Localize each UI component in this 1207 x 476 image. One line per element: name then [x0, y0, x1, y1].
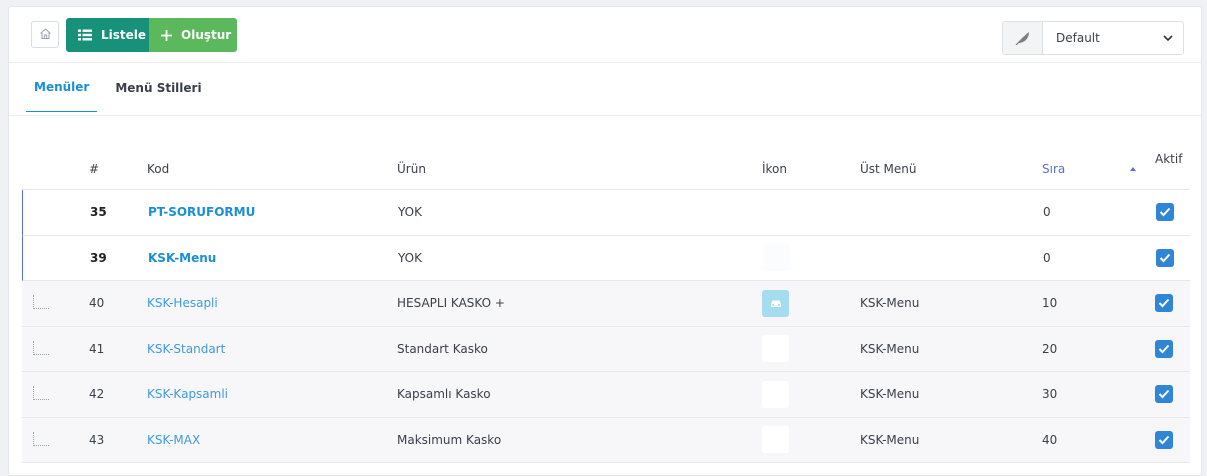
row-urun: HESAPLI KASKO +	[397, 296, 505, 311]
tree-connector-icon	[33, 281, 53, 326]
tree-connector-icon	[33, 327, 53, 372]
row-kod-link[interactable]: KSK-Standart	[147, 327, 225, 372]
header-aktif[interactable]: Aktif	[1155, 152, 1182, 166]
car-icon	[762, 289, 789, 317]
row-aktif	[1155, 418, 1173, 463]
row-ikon	[762, 372, 789, 417]
row-kod-link[interactable]: KSK-Hesapli	[147, 281, 218, 326]
style-select[interactable]: Default	[1002, 21, 1184, 55]
chevron-down-icon	[1163, 31, 1173, 45]
row-aktif	[1155, 281, 1173, 326]
row-ust-menu: KSK-Menu	[860, 296, 920, 311]
create-button[interactable]: Oluştur	[149, 18, 237, 52]
row-ikon	[762, 281, 789, 326]
row-ikon	[763, 236, 790, 281]
tab-menu-stilleri[interactable]: Menü Stilleri	[107, 63, 209, 112]
aktif-checkbox[interactable]	[1155, 430, 1173, 449]
row-aktif	[1156, 190, 1174, 235]
row-sira: 0	[1043, 205, 1051, 220]
header-ikon[interactable]: İkon	[762, 162, 787, 176]
row-urun: YOK	[398, 205, 422, 220]
row-ust-menu: KSK-Menu	[860, 341, 920, 356]
table-row[interactable]: 42 KSK-Kapsamli Kapsamlı Kasko KSK-Menu 30	[22, 372, 1190, 418]
row-kod-link[interactable]: PT-SORUFORMU	[148, 190, 255, 235]
row-sira: 10	[1042, 296, 1058, 311]
aktif-checkbox[interactable]	[1155, 339, 1173, 358]
row-urun: Maksimum Kasko	[397, 432, 502, 447]
row-sira: 20	[1042, 341, 1058, 356]
toolbar: Listele Oluştur Default	[9, 7, 1201, 63]
header-num[interactable]: #	[89, 162, 99, 176]
row-sira: 30	[1042, 387, 1058, 402]
blank-icon	[763, 244, 790, 272]
row-num: 35	[90, 205, 107, 220]
blank-icon	[762, 426, 789, 454]
table-row[interactable]: 40 KSK-Hesapli HESAPLI KASKO + KSK-Menu 10	[22, 281, 1190, 327]
header-ust-menu[interactable]: Üst Menü	[860, 162, 917, 176]
tree-connector-icon	[33, 418, 53, 463]
row-aktif	[1155, 327, 1173, 372]
checkmark-icon	[1159, 207, 1171, 217]
sort-asc-icon[interactable]	[1130, 167, 1136, 171]
tab-menuler[interactable]: Menüler	[26, 63, 98, 112]
row-kod-link[interactable]: KSK-Kapsamli	[147, 372, 228, 417]
row-num: 39	[90, 250, 107, 265]
aktif-checkbox[interactable]	[1156, 248, 1174, 267]
header-sira[interactable]: Sıra	[1042, 162, 1065, 176]
table-row[interactable]: 39 KSK-Menu YOK 0	[22, 235, 1190, 281]
checkmark-icon	[1158, 344, 1170, 354]
list-button[interactable]: Listele	[66, 18, 149, 52]
row-ikon	[762, 327, 789, 372]
menu-table: # Kod Ürün İkon Üst Menü Sıra Aktif 35 PT…	[22, 139, 1190, 463]
header-urun[interactable]: Ürün	[397, 162, 426, 176]
blank-icon	[762, 380, 789, 408]
home-button[interactable]	[31, 21, 59, 48]
checkmark-icon	[1159, 253, 1171, 263]
row-num: 42	[89, 387, 105, 402]
table-row[interactable]: 41 KSK-Standart Standart Kasko KSK-Menu 20	[22, 326, 1190, 372]
header-kod[interactable]: Kod	[147, 162, 169, 176]
main-card: Listele Oluştur Default Menüler Menü Sti…	[8, 6, 1202, 476]
blank-icon	[762, 335, 789, 363]
row-sira: 0	[1043, 250, 1051, 265]
aktif-checkbox[interactable]	[1156, 203, 1174, 222]
row-urun: YOK	[398, 250, 422, 265]
row-num: 40	[89, 296, 105, 311]
row-urun: Standart Kasko	[397, 341, 488, 356]
row-kod-link[interactable]: KSK-MAX	[147, 418, 200, 463]
table-row[interactable]: 35 PT-SORUFORMU YOK 0	[22, 190, 1190, 236]
plus-icon	[161, 29, 172, 41]
table-row[interactable]: 43 KSK-MAX Maksimum Kasko KSK-Menu 40	[22, 417, 1190, 463]
table-header: # Kod Ürün İkon Üst Menü Sıra Aktif	[22, 139, 1190, 190]
tabs-divider	[9, 115, 1201, 116]
create-button-label: Oluştur	[181, 28, 232, 42]
aktif-checkbox[interactable]	[1155, 385, 1173, 404]
row-ust-menu: KSK-Menu	[860, 387, 920, 402]
list-icon	[78, 29, 92, 41]
tab-bar: Menüler Menü Stilleri	[26, 63, 210, 112]
leaf-icon	[1003, 22, 1043, 54]
row-ikon	[762, 418, 789, 463]
home-icon	[39, 27, 52, 43]
checkmark-icon	[1158, 435, 1170, 445]
row-urun: Kapsamlı Kasko	[397, 387, 491, 402]
aktif-checkbox[interactable]	[1155, 294, 1173, 313]
style-select-value: Default	[1056, 31, 1100, 45]
action-button-group: Listele Oluştur	[66, 18, 237, 52]
list-button-label: Listele	[101, 28, 147, 42]
row-aktif	[1155, 372, 1173, 417]
tree-connector-icon	[33, 372, 53, 417]
row-num: 43	[89, 432, 105, 447]
row-kod-link[interactable]: KSK-Menu	[148, 236, 216, 281]
table-body: 35 PT-SORUFORMU YOK 0 39 KSK-Menu YOK 0 40 KSK-He…	[22, 190, 1190, 463]
checkmark-icon	[1158, 389, 1170, 399]
row-ust-menu: KSK-Menu	[860, 432, 920, 447]
row-aktif	[1156, 236, 1174, 281]
checkmark-icon	[1158, 298, 1170, 308]
row-sira: 40	[1042, 432, 1058, 447]
row-num: 41	[89, 341, 105, 356]
